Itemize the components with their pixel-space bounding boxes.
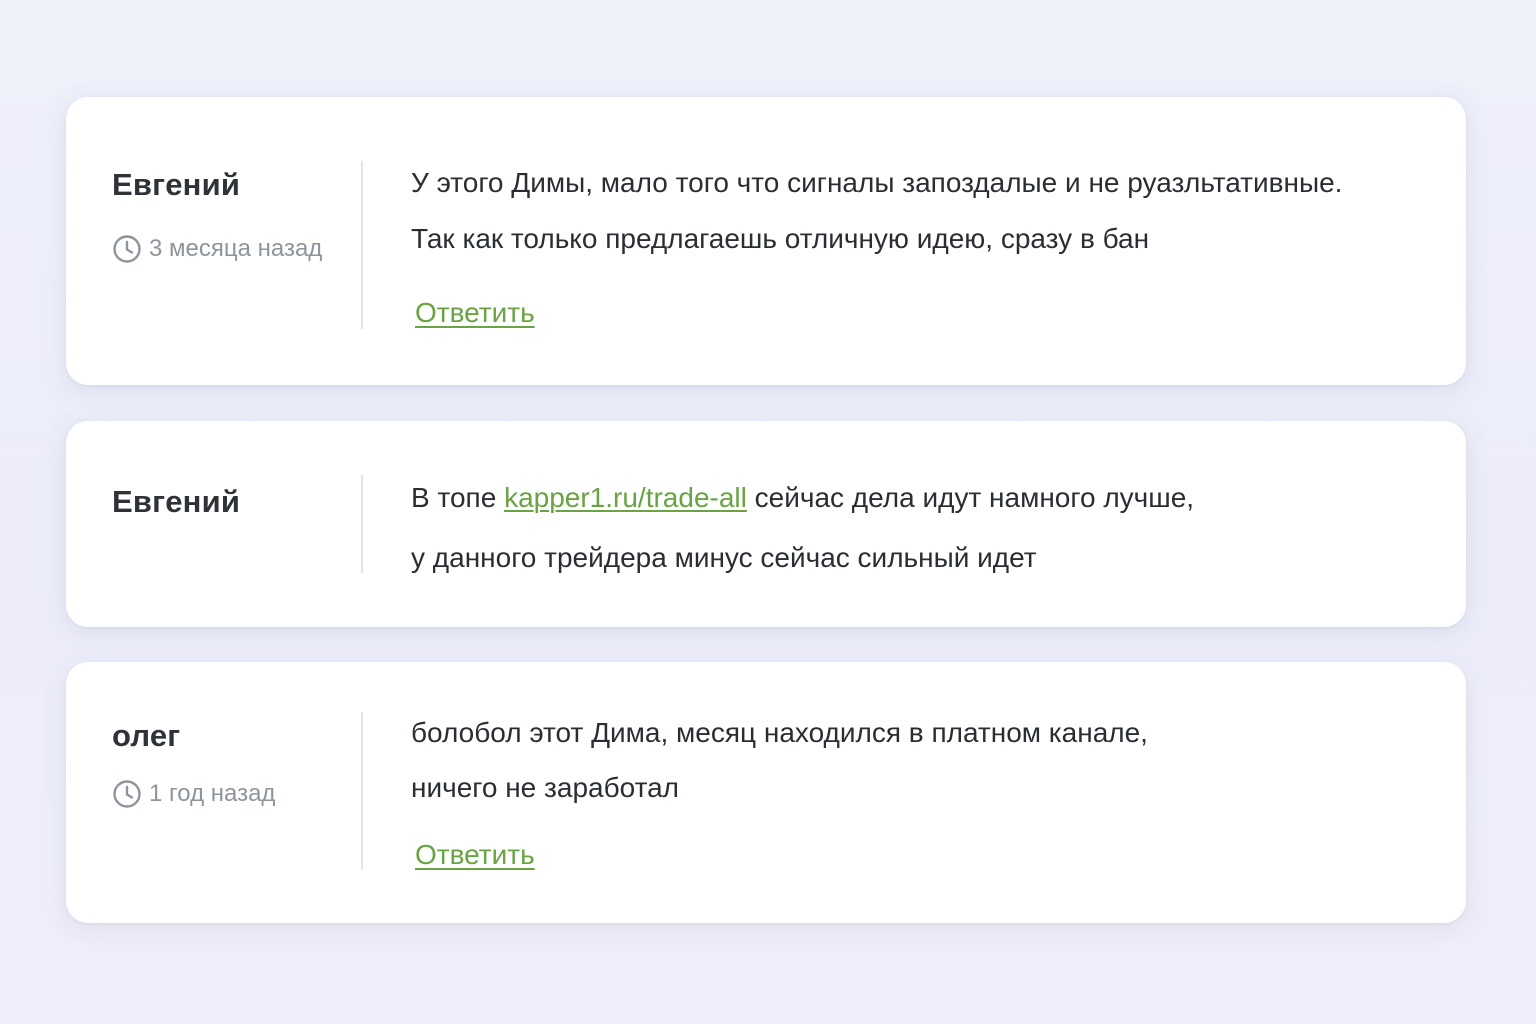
comment-author: Евгений: [112, 167, 241, 202]
comment-text-line: В топе kapper1.ru/trade-all сейчас дела …: [411, 482, 1426, 542]
column-divider: [361, 475, 363, 573]
comment-text-suffix: сейчас дела идут намного лучше,: [746, 482, 1195, 513]
comment-text-line: болобол этот Дима, месяц находился в пла…: [411, 717, 1148, 748]
comment-text-line: ничего не заработал: [411, 772, 679, 803]
comment-body: болобол этот Дима, месяц находился в пла…: [411, 717, 1426, 827]
external-link[interactable]: kapper1.ru/trade-all: [504, 482, 747, 513]
comment-card: олег 1 год назад болобол этот Дима, меся…: [66, 662, 1466, 923]
comment-body: У этого Димы, мало того что сигналы запо…: [411, 167, 1426, 279]
reply-link[interactable]: Ответить: [415, 839, 535, 871]
comment-text-line: у данного трейдера минус сейчас сильный …: [411, 542, 1037, 573]
comment-card: Евгений 3 месяца назад У этого Димы, мал…: [66, 97, 1466, 385]
comment-text-prefix: В топе: [411, 482, 505, 513]
comment-timestamp: 1 год назад: [112, 779, 275, 809]
clock-icon: [112, 779, 142, 809]
comment-text-line: Так как только предлагаешь отличную идею…: [411, 223, 1150, 254]
comment-time-text: 3 месяца назад: [149, 235, 323, 262]
comment-list: Евгений 3 месяца назад У этого Димы, мал…: [66, 97, 1466, 923]
reply-link[interactable]: Ответить: [415, 297, 535, 329]
column-divider: [361, 712, 363, 870]
comment-author: олег: [112, 718, 181, 753]
comment-card: Евгений В топе kapper1.ru/trade-all сейч…: [66, 421, 1466, 627]
comment-body: В топе kapper1.ru/trade-all сейчас дела …: [411, 482, 1426, 602]
comment-timestamp: 3 месяца назад: [112, 234, 322, 264]
column-divider: [361, 161, 363, 329]
clock-icon: [112, 234, 142, 264]
comment-author: Евгений: [112, 484, 241, 519]
comment-time-text: 1 год назад: [149, 780, 276, 807]
comment-text-line: У этого Димы, мало того что сигналы запо…: [411, 167, 1343, 198]
